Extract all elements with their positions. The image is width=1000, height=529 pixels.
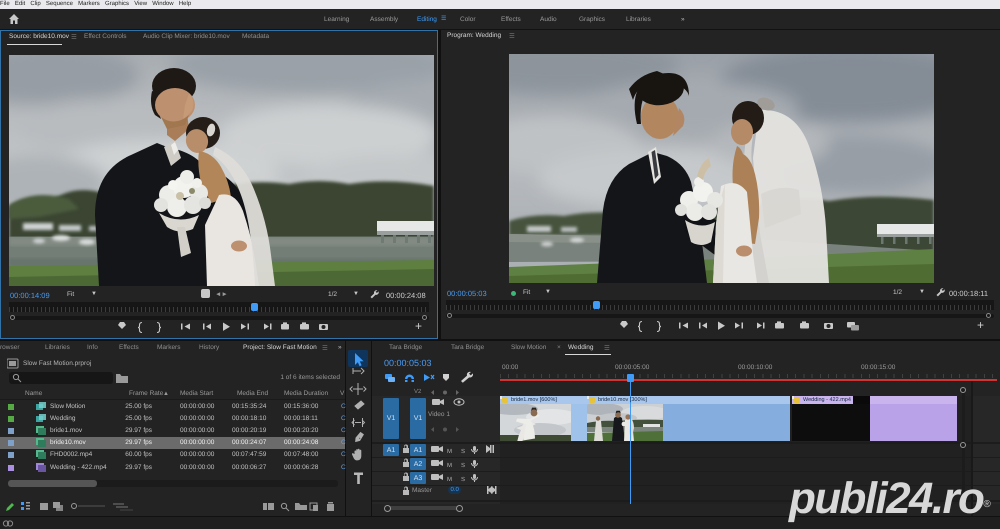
svg-text:M: M	[447, 462, 452, 469]
svg-text:V2: V2	[414, 388, 422, 395]
svg-text:S: S	[461, 476, 465, 483]
svg-text:S: S	[461, 448, 465, 455]
svg-text:M: M	[447, 476, 452, 483]
svg-text:S: S	[461, 462, 465, 469]
svg-text:M: M	[447, 448, 452, 455]
